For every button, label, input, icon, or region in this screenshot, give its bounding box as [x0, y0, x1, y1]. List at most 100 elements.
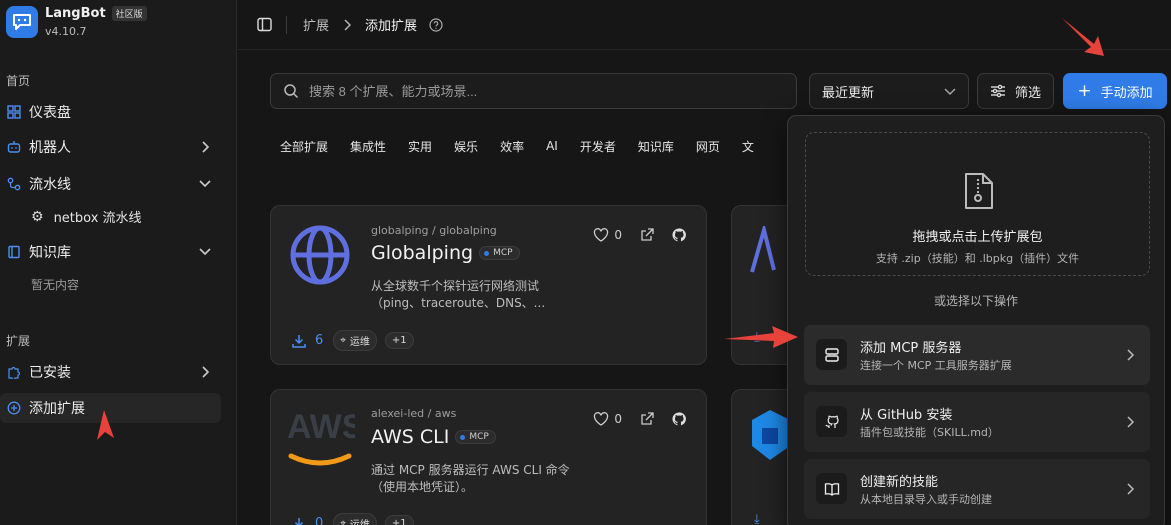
sidebar-item-label: 流水线 — [29, 177, 71, 193]
search-icon — [283, 83, 299, 99]
more-tags-badge: +1 — [384, 332, 414, 349]
card-title: Globalping — [371, 242, 474, 264]
tab-ai[interactable]: AI — [535, 139, 569, 153]
sidebar-item-bots[interactable]: 机器人 — [0, 132, 221, 162]
plus-circle-icon — [6, 400, 22, 416]
help-icon[interactable] — [429, 17, 443, 32]
mcp-badge: MCP — [479, 246, 520, 260]
book-open-icon — [816, 473, 847, 504]
extension-card-globalping[interactable]: globalping / globalping Globalping MCP 从… — [270, 205, 707, 365]
tab-efficiency[interactable]: 效率 — [489, 138, 535, 155]
github-icon[interactable] — [672, 412, 686, 426]
tab-knowledge[interactable]: 知识库 — [627, 138, 685, 155]
tab-utility[interactable]: 实用 — [397, 138, 443, 155]
like-button[interactable]: 0 — [593, 228, 622, 242]
tag-badge: ⌖运维 — [333, 330, 377, 351]
book-icon — [6, 244, 22, 260]
search-input[interactable] — [309, 83, 789, 99]
external-link-icon[interactable] — [640, 412, 654, 426]
card-description: 通过 MCP 服务器运行 AWS CLI 命令（使用本地凭证）。 — [371, 463, 570, 494]
card-owner: alexei-led / aws — [371, 407, 457, 420]
chevron-down-icon — [199, 245, 211, 263]
sidebar-item-label: 机器人 — [29, 140, 71, 156]
more-tags-badge: +1 — [384, 515, 414, 525]
sidebar: LangBot 社区版 v4.10.7 首页 仪表盘 机器人 流水线 ⚙ net… — [0, 0, 237, 525]
sidebar-subitem-netbox-pipeline[interactable]: ⚙ netbox 流水线 — [31, 207, 142, 227]
chevron-down-icon — [944, 85, 956, 101]
sidebar-item-label: 添加扩展 — [29, 401, 85, 417]
divider — [286, 15, 287, 34]
tab-entertainment[interactable]: 娱乐 — [443, 138, 489, 155]
upload-title: 拖拽或点击上传扩展包 — [912, 230, 1043, 245]
bot-icon — [6, 139, 22, 155]
svg-text:AWS: AWS — [287, 408, 355, 446]
sidebar-toggle-icon[interactable] — [257, 17, 272, 32]
app-version: v4.10.7 — [45, 25, 87, 38]
sidebar-item-installed[interactable]: 已安装 — [0, 357, 221, 387]
option-install-from-github[interactable]: 从 GitHub 安装 插件包或技能（SKILL.md） — [804, 392, 1150, 452]
app-logo-icon — [748, 406, 792, 470]
langbot-logo-icon — [6, 6, 38, 38]
github-icon[interactable] — [672, 228, 686, 242]
tab-integration[interactable]: 集成性 — [339, 138, 397, 155]
option-create-skill[interactable]: 创建新的技能 从本地目录导入或手动创建 — [804, 459, 1150, 519]
chevron-right-icon — [343, 19, 352, 31]
add-extension-panel: 拖拽或点击上传扩展包 支持 .zip（技能）和 .lbpkg（插件）文件 或选择… — [787, 115, 1165, 525]
card-owner: globalping / globalping — [371, 224, 497, 237]
option-subtitle: 连接一个 MCP 工具服务器扩展 — [860, 359, 1012, 372]
workflow-icon — [6, 176, 22, 192]
empty-content-text: 暂无内容 — [31, 278, 80, 292]
option-add-mcp-server[interactable]: 添加 MCP 服务器 连接一个 MCP 工具服务器扩展 — [804, 325, 1150, 385]
breadcrumb-parent[interactable]: 扩展 — [303, 15, 329, 34]
filter-button[interactable]: 筛选 — [977, 73, 1054, 109]
upload-hint: 支持 .zip（技能）和 .lbpkg（插件）文件 — [875, 252, 1080, 265]
chevron-right-icon — [1126, 414, 1136, 433]
tab-web[interactable]: 网页 — [685, 138, 731, 155]
like-button[interactable]: 0 — [593, 412, 622, 426]
section-label-home: 首页 — [6, 74, 31, 88]
section-label-extensions: 扩展 — [6, 334, 31, 348]
sidebar-item-pipelines[interactable]: 流水线 — [0, 169, 221, 199]
like-count: 0 — [614, 412, 622, 426]
waveform-icon — [750, 222, 790, 280]
download-count: 6 — [291, 333, 323, 349]
option-subtitle: 插件包或技能（SKILL.md） — [860, 426, 999, 439]
puzzle-icon — [6, 364, 22, 380]
chevron-right-icon — [1126, 481, 1136, 500]
brand: LangBot 社区版 v4.10.7 — [6, 6, 147, 38]
sidebar-item-label: 仪表盘 — [29, 105, 71, 121]
file-upload-icon — [963, 171, 995, 215]
search-bar[interactable] — [270, 73, 797, 109]
download-icon: ⤓ — [754, 512, 760, 525]
chevron-down-icon — [199, 177, 211, 195]
sidebar-item-dashboard[interactable]: 仪表盘 — [0, 97, 221, 127]
tab-all[interactable]: 全部扩展 — [270, 138, 339, 155]
gear-icon: ⚙ — [31, 208, 44, 225]
manual-add-button[interactable]: + 手动添加 — [1063, 73, 1167, 109]
chevron-right-icon — [1126, 347, 1136, 366]
option-title: 添加 MCP 服务器 — [860, 341, 962, 356]
category-tabs: 全部扩展 集成性 实用 娱乐 效率 AI 开发者 知识库 网页 文 — [270, 130, 765, 162]
card-title: AWS CLI — [371, 426, 450, 448]
filter-label: 筛选 — [1014, 85, 1041, 101]
extension-card-aws-cli[interactable]: AWS alexei-led / aws AWS CLI MCP 通过 MCP … — [270, 389, 707, 525]
dashboard-icon — [6, 104, 22, 120]
external-link-icon[interactable] — [640, 228, 654, 242]
sidebar-item-label: 已安装 — [29, 365, 71, 381]
globe-icon — [289, 224, 351, 290]
or-divider-text: 或选择以下操作 — [933, 294, 1018, 308]
sidebar-item-label: netbox 流水线 — [53, 211, 142, 226]
breadcrumb-current: 添加扩展 — [365, 19, 418, 34]
sort-select[interactable]: 最近更新 — [809, 73, 969, 109]
top-bar: 扩展 添加扩展 — [238, 0, 1171, 50]
sidebar-item-knowledge[interactable]: 知识库 — [0, 237, 221, 267]
card-description: 从全球数千个探针运行网络测试（ping、traceroute、DNS、... — [371, 279, 546, 310]
upload-dropzone[interactable]: 拖拽或点击上传扩展包 支持 .zip（技能）和 .lbpkg（插件）文件 — [805, 132, 1150, 276]
chevron-right-icon — [199, 365, 211, 383]
download-count: 0 — [291, 516, 323, 525]
server-icon — [816, 339, 847, 370]
sort-value: 最近更新 — [822, 85, 875, 101]
tab-developer[interactable]: 开发者 — [569, 138, 627, 155]
annotation-arrow — [97, 410, 114, 440]
tab-text[interactable]: 文 — [731, 138, 765, 155]
